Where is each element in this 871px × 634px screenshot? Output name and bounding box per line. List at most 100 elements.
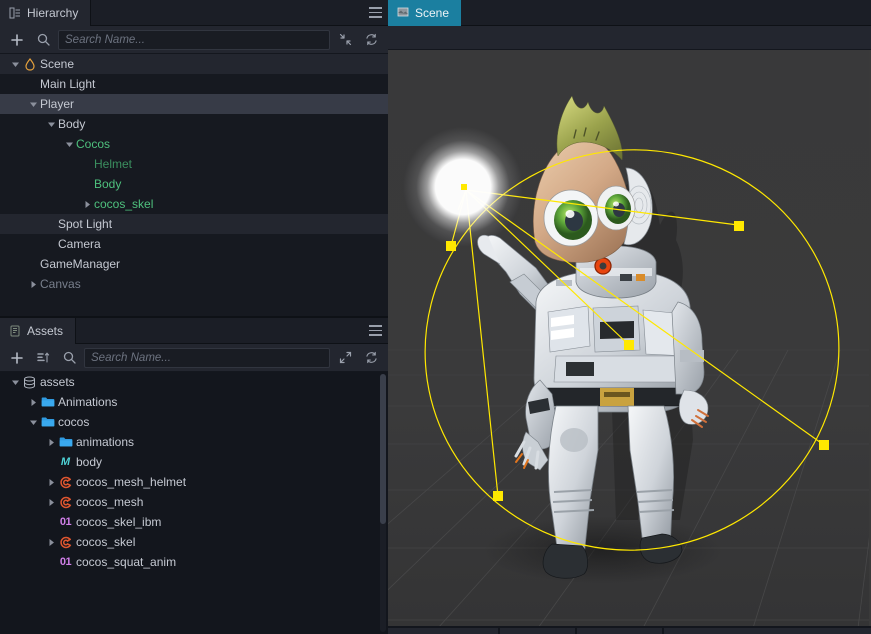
tree-row-gamemanager[interactable]: GameManager [0,254,388,274]
tab-assets-label: Assets [27,324,64,338]
scene-bottom-toolbar[interactable] [388,626,871,634]
tree-row-animations[interactable]: Animations [0,392,388,412]
folder-icon [58,432,73,452]
search-icon[interactable] [58,347,80,369]
scene-tabbar-spacer [461,0,871,25]
chevron-right-icon[interactable] [44,492,58,512]
chevron-down-icon[interactable] [26,412,40,432]
assets-search-input[interactable] [91,351,323,364]
tree-row-canvas[interactable]: Canvas [0,274,388,294]
tree-row-cocos-skel[interactable]: cocos_skel [0,194,388,214]
tree-arrow-placeholder [44,214,58,234]
tree-row-cocos-mesh-helmet[interactable]: cocos_mesh_helmet [0,472,388,492]
tree-row-camera[interactable]: Camera [0,234,388,254]
hierarchy-tabbar-spacer [91,0,362,25]
hierarchy-toolbar [0,26,388,54]
tree-row-spot-light[interactable]: Spot Light [0,214,388,234]
tree-arrow-placeholder [80,154,94,174]
search-icon[interactable] [32,29,54,51]
tree-row-label: cocos [58,415,90,429]
assets-icon [9,325,21,337]
tree-row-helmet[interactable]: Helmet [0,154,388,174]
tab-scene[interactable]: Scene [388,0,462,26]
tree-row-cocos-squat-anim[interactable]: 01 cocos_squat_anim [0,552,388,572]
tree-row-assets[interactable]: assets [0,372,388,392]
chevron-down-icon[interactable] [44,114,58,134]
assets-tabbar-spacer [76,318,362,343]
tree-row-label: cocos_mesh [76,495,144,509]
tab-assets[interactable]: Assets [0,318,77,344]
chevron-down-icon[interactable] [62,134,76,154]
tree-arrow-placeholder [26,254,40,274]
ground-shadow [483,516,723,584]
hierarchy-menu-button[interactable] [362,0,388,25]
cocos-g-icon [58,492,73,512]
tree-row-scene[interactable]: Scene [0,54,388,74]
tree-row-cocos-skel-ibm[interactable]: 01 cocos_skel_ibm [0,512,388,532]
chevron-right-icon[interactable] [44,432,58,452]
tree-row-main-light[interactable]: Main Light [0,74,388,94]
assets-tree[interactable]: assets Animations cocos animations Mbody coco… [0,372,388,634]
tree-row-label: cocos_skel [76,535,136,549]
left-dock: Hierarchy Search Name... Scene Main Ligh… [0,0,388,634]
bottom-seg-2[interactable] [500,628,575,634]
tree-row-animations[interactable]: animations [0,432,388,452]
tree-arrow-placeholder [44,452,58,472]
plus-icon[interactable] [6,29,28,51]
tree-arrow-placeholder [80,174,94,194]
plus-icon[interactable] [6,347,28,369]
tree-row-body[interactable]: Mbody [0,452,388,472]
tree-row-player[interactable]: Player [0,94,388,114]
chevron-down-icon[interactable] [8,54,22,74]
refresh-icon[interactable] [360,347,382,369]
chevron-right-icon[interactable] [26,392,40,412]
bottom-seg-1[interactable] [388,628,498,634]
scene-toolbar[interactable] [388,26,871,50]
hierarchy-tree[interactable]: Scene Main Light Player Body Cocos Helmet Body… [0,54,388,316]
tree-row-label: cocos_mesh_helmet [76,475,187,489]
chevron-right-icon[interactable] [80,194,94,214]
assets-menu-button[interactable] [362,318,388,343]
tree-row-label: cocos_skel_ibm [76,515,162,529]
tree-row-cocos-skel[interactable]: cocos_skel [0,532,388,552]
tree-row-cocos[interactable]: Cocos [0,134,388,154]
tree-row-label: cocos_skel [94,197,154,211]
gizmo-handle-bottom [493,491,503,501]
material-m-icon: M [58,452,73,472]
tree-row-label: Body [58,117,86,131]
tree-row-label: Animations [58,395,118,409]
scene-viewport[interactable] [388,50,871,626]
tab-hierarchy-label: Hierarchy [27,6,79,20]
folder-icon [40,412,55,432]
tab-hierarchy[interactable]: Hierarchy [0,0,92,26]
expand-icon[interactable] [334,347,356,369]
sort-icon[interactable] [32,347,54,369]
binary-01-icon: 01 [58,512,73,532]
tree-row-label: assets [40,375,75,389]
tree-row-cocos[interactable]: cocos [0,412,388,432]
refresh-icon[interactable] [360,29,382,51]
gizmo-handle-top [734,221,744,231]
tree-row-label: cocos_squat_anim [76,555,177,569]
collapse-all-icon[interactable] [334,29,356,51]
assets-tabbar: Assets [0,318,388,344]
bottom-seg-3[interactable] [577,628,662,634]
assets-search-box[interactable] [84,347,330,368]
hierarchy-search-box[interactable] [58,29,330,50]
gizmo-handle-center [624,340,634,350]
bottom-seg-4[interactable] [664,628,871,634]
hierarchy-tabbar: Hierarchy [0,0,388,26]
chevron-down-icon[interactable] [26,94,40,114]
chevron-right-icon[interactable] [44,532,58,552]
chevron-right-icon[interactable] [26,274,40,294]
scene-render-surface[interactable] [388,50,871,626]
tree-row-body[interactable]: Body [0,114,388,134]
hierarchy-search-input[interactable] [65,33,323,46]
tree-row-cocos-mesh[interactable]: cocos_mesh [0,492,388,512]
tree-arrow-placeholder [44,234,58,254]
tree-row-label: animations [76,435,135,449]
chevron-right-icon[interactable] [44,472,58,492]
tree-row-body[interactable]: Body [0,174,388,194]
binary-01-icon: 01 [59,555,72,568]
chevron-down-icon[interactable] [8,372,22,392]
